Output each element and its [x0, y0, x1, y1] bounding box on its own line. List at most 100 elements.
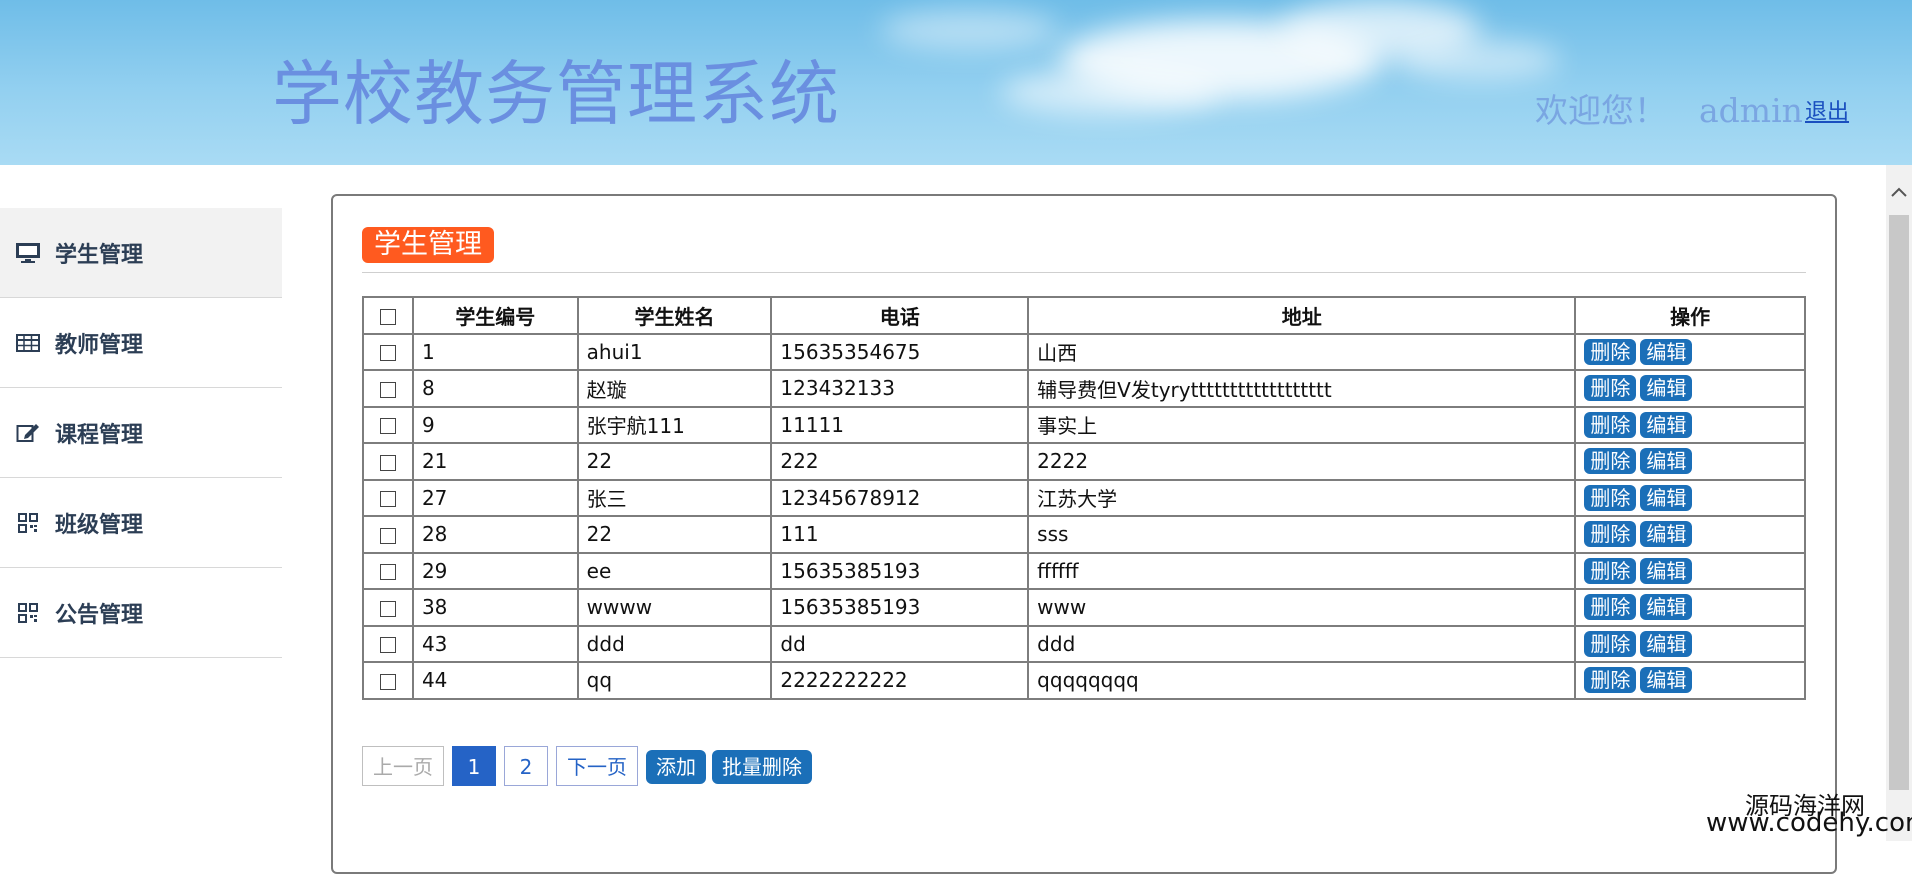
cell-address: 2222 — [1027, 442, 1577, 481]
column-header: 电话 — [770, 296, 1030, 335]
row-checkbox[interactable] — [379, 345, 396, 362]
pagination: 上一页 1 2 下一页 添加 批量删除 — [362, 746, 818, 786]
scroll-up-icon[interactable] — [1891, 187, 1907, 197]
cell-phone: 2222222222 — [770, 661, 1030, 700]
cell-phone: 111 — [770, 515, 1030, 554]
delete-button[interactable]: 删除 — [1584, 411, 1637, 438]
edit-button[interactable]: 编辑 — [1640, 630, 1693, 657]
sidebar-item-students[interactable]: 学生管理 — [0, 208, 282, 298]
sidebar-item-label: 学生管理 — [55, 242, 144, 268]
delete-button[interactable]: 删除 — [1584, 448, 1637, 475]
delete-button[interactable]: 删除 — [1584, 630, 1637, 657]
row-checkbox[interactable] — [379, 673, 396, 690]
table-row: 43 ddd dd ddd 删除 编辑 — [362, 624, 1806, 663]
cell-id: 9 — [411, 405, 579, 444]
cell-id: 29 — [411, 551, 579, 590]
delete-button[interactable]: 删除 — [1584, 557, 1637, 584]
cell-actions: 删除 编辑 — [1574, 369, 1806, 408]
cell-id: 8 — [411, 369, 579, 408]
page-2-button[interactable]: 2 — [504, 746, 548, 786]
scroll-thumb[interactable] — [1889, 215, 1909, 790]
cell-actions: 删除 编辑 — [1574, 661, 1806, 700]
edit-button[interactable]: 编辑 — [1640, 484, 1693, 511]
delete-button[interactable]: 删除 — [1584, 338, 1637, 365]
cloud-decoration — [880, 10, 1060, 50]
cell-name: 张三 — [576, 478, 773, 517]
edit-button[interactable]: 编辑 — [1640, 557, 1693, 584]
table-body: 1 ahui1 15635354675 山西 删除 编辑 8 赵璇 123432133 辅导费但V… — [362, 332, 1806, 700]
cell-actions: 删除 编辑 — [1574, 551, 1806, 590]
cell-actions: 删除 编辑 — [1574, 588, 1806, 627]
row-select-cell — [362, 405, 414, 444]
table-row: 27 张三 12345678912 江苏大学 删除 编辑 — [362, 478, 1806, 517]
page-1-button[interactable]: 1 — [452, 746, 496, 786]
cell-phone: 12345678912 — [770, 478, 1030, 517]
row-select-cell — [362, 515, 414, 554]
delete-button[interactable]: 删除 — [1584, 484, 1637, 511]
logout-link[interactable]: 退出 — [1805, 94, 1849, 126]
welcome-label: 欢迎您！ — [1535, 91, 1667, 130]
delete-button[interactable]: 删除 — [1584, 594, 1637, 621]
select-all-cell — [362, 296, 414, 335]
divider — [362, 272, 1806, 273]
cell-actions: 删除 编辑 — [1574, 515, 1806, 554]
sidebar-item-teachers[interactable]: 教师管理 — [0, 298, 282, 388]
student-table: 学生编号 学生姓名 电话 地址 操作 1 ahui1 15635354675 山西 删除… — [362, 296, 1806, 700]
delete-button[interactable]: 删除 — [1584, 521, 1637, 548]
table-row: 38 wwww 15635385193 www 删除 编辑 — [362, 588, 1806, 627]
table-row: 44 qq 2222222222 qqqqqqqq 删除 编辑 — [362, 661, 1806, 700]
sidebar-item-label: 公告管理 — [55, 602, 144, 628]
row-select-cell — [362, 369, 414, 408]
add-button[interactable]: 添加 — [646, 750, 706, 784]
scrollbar[interactable] — [1886, 165, 1912, 841]
row-checkbox[interactable] — [379, 491, 396, 508]
cell-id: 43 — [411, 624, 579, 663]
row-checkbox[interactable] — [379, 600, 396, 617]
sidebar: 学生管理 教师管理 课程管理 班级管理 公告管理 — [0, 208, 282, 658]
cell-name: wwww — [576, 588, 773, 627]
header-banner: 学校教务管理系统 欢迎您！ admin 退出 — [0, 0, 1912, 165]
edit-button[interactable]: 编辑 — [1640, 594, 1693, 621]
cell-address: 辅导费但V发tyrytttttttttttttttttt — [1027, 369, 1577, 408]
delete-button[interactable]: 删除 — [1584, 667, 1637, 694]
cell-phone: 15635354675 — [770, 332, 1030, 371]
table-row: 21 22 222 2222 删除 编辑 — [362, 442, 1806, 481]
edit-button[interactable]: 编辑 — [1640, 375, 1693, 402]
cell-phone: dd — [770, 624, 1030, 663]
column-header: 地址 — [1027, 296, 1577, 335]
cell-address: sss — [1027, 515, 1577, 554]
edit-button[interactable]: 编辑 — [1640, 448, 1693, 475]
sidebar-item-courses[interactable]: 课程管理 — [0, 388, 282, 478]
cell-phone: 11111 — [770, 405, 1030, 444]
username: admin — [1699, 91, 1803, 130]
row-checkbox[interactable] — [379, 454, 396, 471]
prev-page-button[interactable]: 上一页 — [362, 746, 444, 786]
column-header: 学生姓名 — [576, 296, 773, 335]
cell-address: ddd — [1027, 624, 1577, 663]
edit-button[interactable]: 编辑 — [1640, 338, 1693, 365]
row-checkbox[interactable] — [379, 637, 396, 654]
edit-button[interactable]: 编辑 — [1640, 521, 1693, 548]
edit-button[interactable]: 编辑 — [1640, 667, 1693, 694]
sidebar-item-classes[interactable]: 班级管理 — [0, 478, 282, 568]
row-select-cell — [362, 588, 414, 627]
sidebar-item-label: 课程管理 — [55, 422, 144, 448]
panel-title: 学生管理 — [362, 227, 494, 263]
next-page-button[interactable]: 下一页 — [556, 746, 638, 786]
sidebar-item-notices[interactable]: 公告管理 — [0, 568, 282, 658]
table-row: 28 22 111 sss 删除 编辑 — [362, 515, 1806, 554]
row-checkbox[interactable] — [379, 381, 396, 398]
row-select-cell — [362, 624, 414, 663]
edit-button[interactable]: 编辑 — [1640, 411, 1693, 438]
cell-address: 山西 — [1027, 332, 1577, 371]
sidebar-item-label: 班级管理 — [55, 512, 144, 538]
batch-delete-button[interactable]: 批量删除 — [712, 750, 812, 784]
select-all-checkbox[interactable] — [379, 308, 396, 325]
table-row: 1 ahui1 15635354675 山西 删除 编辑 — [362, 332, 1806, 371]
delete-button[interactable]: 删除 — [1584, 375, 1637, 402]
row-checkbox[interactable] — [379, 418, 396, 435]
row-checkbox[interactable] — [379, 564, 396, 581]
cell-address: www — [1027, 588, 1577, 627]
row-checkbox[interactable] — [379, 527, 396, 544]
sidebar-item-label: 教师管理 — [55, 332, 144, 358]
